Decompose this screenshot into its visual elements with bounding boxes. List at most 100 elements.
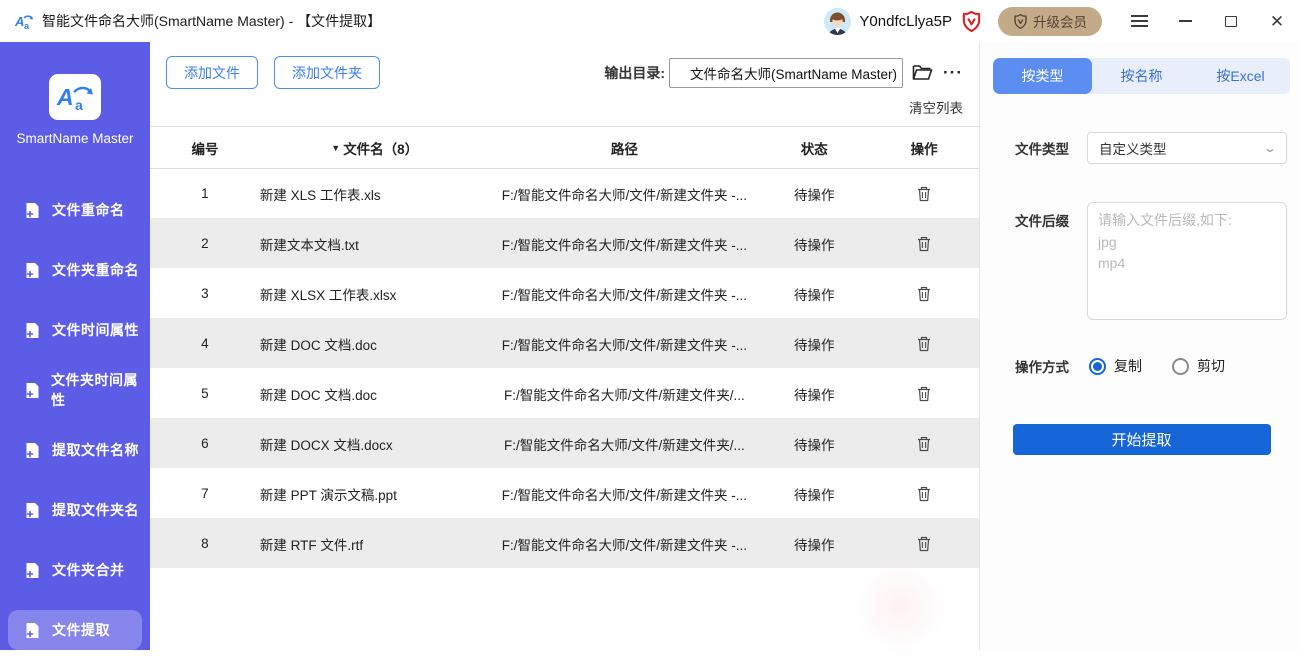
header-filename[interactable]: ▼ 文件名（8）	[260, 138, 490, 158]
file-table: 编号 ▼ 文件名（8） 路径 状态 操作 1 新建 XLS 工作表.xls F:…	[150, 126, 979, 569]
row-index: 3	[150, 286, 260, 301]
cut-radio-label: 剪切	[1197, 356, 1225, 376]
svg-text:a: a	[75, 97, 83, 112]
sidebar-item[interactable]: 提取文件夹名	[8, 490, 142, 530]
table-row[interactable]: 8 新建 RTF 文件.rtf F:/智能文件命名大师/文件/新建文件夹 -..…	[150, 519, 979, 569]
row-index: 2	[150, 236, 260, 251]
panel-tab[interactable]: 按名称	[1092, 58, 1191, 94]
row-status: 待操作	[759, 234, 869, 254]
table-row[interactable]: 2 新建文本文档.txt F:/智能文件命名大师/文件/新建文件夹 -... 待…	[150, 219, 979, 269]
sidebar-item-label: 文件夹时间属性	[51, 370, 142, 410]
row-index: 1	[150, 186, 260, 201]
row-filename: 新建文本文档.txt	[260, 234, 490, 254]
radio-unselected-icon[interactable]	[1172, 358, 1189, 375]
sort-descending-icon[interactable]: ▼	[331, 143, 340, 153]
panel-tab[interactable]: 按Excel	[1191, 58, 1290, 94]
row-path: F:/智能文件命名大师/文件/新建文件夹 -...	[490, 534, 760, 554]
cut-radio-option[interactable]: 剪切	[1172, 356, 1225, 376]
minimize-button[interactable]	[1162, 0, 1208, 42]
sidebar-item[interactable]: 文件重命名	[8, 190, 142, 230]
document-plus-icon	[25, 382, 40, 399]
menu-button[interactable]	[1116, 0, 1162, 42]
row-action	[869, 236, 979, 252]
clear-list-link[interactable]: 清空列表	[909, 97, 963, 117]
table-body: 1 新建 XLS 工作表.xls F:/智能文件命名大师/文件/新建文件夹 -.…	[150, 169, 979, 569]
delete-icon[interactable]	[917, 286, 931, 302]
delete-icon[interactable]	[917, 386, 931, 402]
delete-icon[interactable]	[917, 186, 931, 202]
delete-icon[interactable]	[917, 236, 931, 252]
table-row[interactable]: 6 新建 DOCX 文档.docx F:/智能文件命名大师/文件/新建文件夹/.…	[150, 419, 979, 469]
row-filename: 新建 DOC 文档.doc	[260, 384, 490, 404]
user-avatar[interactable]	[824, 8, 851, 35]
close-button[interactable]: ✕	[1254, 0, 1300, 42]
vip-badge-icon	[960, 10, 982, 32]
folder-icon	[912, 64, 933, 81]
output-directory-input[interactable]	[669, 58, 903, 88]
sidebar-item-label: 提取文件名称	[52, 440, 139, 460]
table-row[interactable]: 3 新建 XLSX 工作表.xlsx F:/智能文件命名大师/文件/新建文件夹 …	[150, 269, 979, 319]
sidebar-item-label: 文件提取	[52, 620, 110, 640]
table-row[interactable]: 7 新建 PPT 演示文稿.ppt F:/智能文件命名大师/文件/新建文件夹 -…	[150, 469, 979, 519]
sidebar-item-label: 文件时间属性	[52, 320, 139, 340]
row-path: F:/智能文件命名大师/文件/新建文件夹 -...	[490, 184, 760, 204]
sidebar-item[interactable]: 文件提取	[8, 610, 142, 650]
maximize-button[interactable]	[1208, 0, 1254, 42]
username[interactable]: Y0ndfcLlya5P	[859, 13, 952, 30]
radio-selected-icon[interactable]	[1089, 358, 1106, 375]
shield-icon	[1013, 14, 1028, 29]
file-suffix-textarea[interactable]	[1087, 202, 1287, 320]
svg-text:A: A	[56, 84, 74, 110]
document-plus-icon	[25, 202, 41, 219]
sidebar-item[interactable]: 文件夹时间属性	[8, 370, 142, 410]
operation-radio-group: 复制 剪切	[1089, 356, 1225, 376]
row-index: 5	[150, 386, 260, 401]
add-folder-button[interactable]: 添加文件夹	[274, 56, 380, 89]
app-logo-icon: A a	[14, 11, 34, 31]
file-type-select[interactable]: 自定义类型 ⌄	[1087, 132, 1287, 164]
row-path: F:/智能文件命名大师/文件/新建文件夹 -...	[490, 334, 760, 354]
table-row[interactable]: 4 新建 DOC 文档.doc F:/智能文件命名大师/文件/新建文件夹 -..…	[150, 319, 979, 369]
table-row[interactable]: 1 新建 XLS 工作表.xls F:/智能文件命名大师/文件/新建文件夹 -.…	[150, 169, 979, 219]
row-path: F:/智能文件命名大师/文件/新建文件夹/...	[490, 384, 760, 404]
upgrade-member-button[interactable]: 升级会员	[998, 7, 1102, 36]
sidebar-item[interactable]: 文件时间属性	[8, 310, 142, 350]
header-index: 编号	[150, 138, 260, 158]
upgrade-label: 升级会员	[1033, 11, 1087, 31]
titlebar: A a 智能文件命名大师(SmartName Master) - 【文件提取】 …	[0, 0, 1300, 42]
row-status: 待操作	[759, 384, 869, 404]
svg-text:A: A	[15, 14, 24, 29]
row-status: 待操作	[759, 484, 869, 504]
file-type-label: 文件类型	[1015, 138, 1077, 158]
copy-radio-option[interactable]: 复制	[1089, 356, 1142, 376]
delete-icon[interactable]	[917, 436, 931, 452]
document-plus-icon	[25, 622, 41, 639]
sidebar-menu: 文件重命名 文件夹重命名 文件时间属性 文件夹时间属性	[0, 180, 150, 660]
start-extract-button[interactable]: 开始提取	[1013, 424, 1271, 455]
document-plus-icon	[25, 442, 41, 459]
panel-tabs: 按类型 按名称 按Excel	[993, 58, 1290, 94]
hamburger-icon	[1131, 12, 1148, 30]
header-path: 路径	[490, 138, 760, 158]
browse-folder-button[interactable]	[912, 64, 933, 81]
sidebar-item[interactable]: 提取文件名称	[8, 430, 142, 470]
window-title: 智能文件命名大师(SmartName Master) - 【文件提取】	[42, 11, 381, 31]
row-path: F:/智能文件命名大师/文件/新建文件夹 -...	[490, 484, 760, 504]
table-row[interactable]: 5 新建 DOC 文档.doc F:/智能文件命名大师/文件/新建文件夹/...…	[150, 369, 979, 419]
sidebar-item-label: 文件夹重命名	[52, 260, 139, 280]
output-directory-label: 输出目录:	[604, 63, 665, 83]
sidebar-item[interactable]: 文件夹合并	[8, 550, 142, 590]
more-options-button[interactable]: ···	[943, 63, 963, 83]
panel-tab[interactable]: 按类型	[993, 58, 1092, 94]
delete-icon[interactable]	[917, 336, 931, 352]
row-action	[869, 436, 979, 452]
sidebar-item[interactable]: 文件夹重命名	[8, 250, 142, 290]
document-plus-icon	[25, 322, 41, 339]
add-file-button[interactable]: 添加文件	[166, 56, 258, 89]
delete-icon[interactable]	[917, 486, 931, 502]
minimize-icon	[1179, 20, 1192, 22]
toolbar: 添加文件 添加文件夹 输出目录: ···	[150, 42, 979, 89]
brand-name: SmartName Master	[16, 131, 133, 146]
extract-panel: 按类型 按名称 按Excel 文件类型 自定义类型 ⌄ 文件后缀 操作方式 复制	[980, 42, 1300, 650]
delete-icon[interactable]	[917, 536, 931, 552]
